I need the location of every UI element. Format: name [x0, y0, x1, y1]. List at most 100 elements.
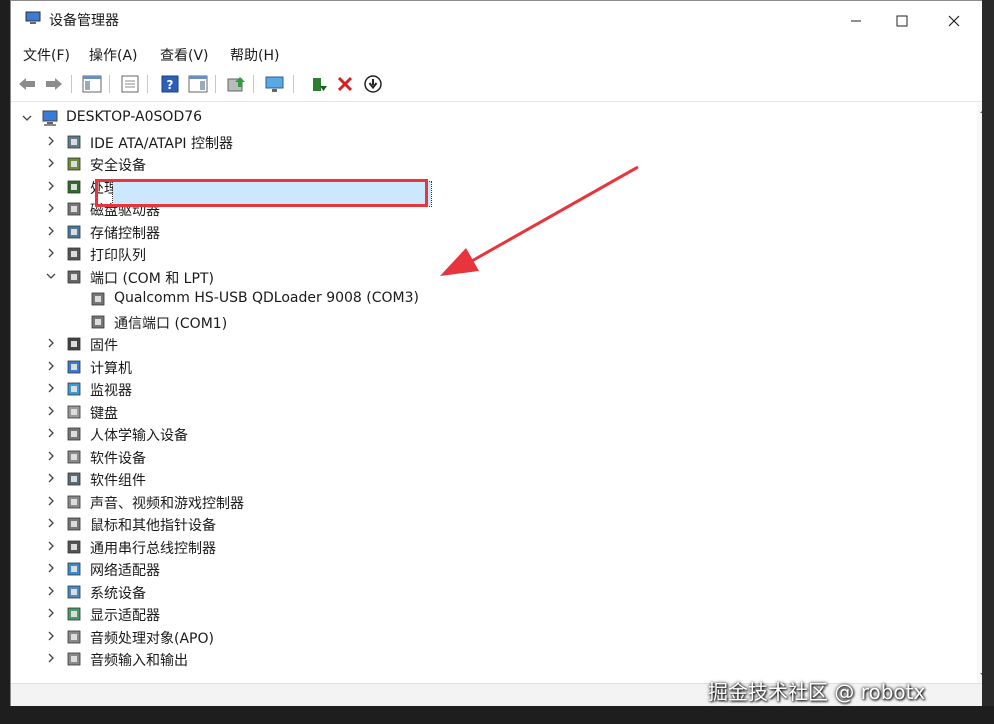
- tree-category-item[interactable]: 人体学输入设备: [90, 425, 188, 445]
- tree-category-item[interactable]: 通用串行总线控制器: [90, 538, 216, 558]
- menu-action[interactable]: 操作(A): [89, 45, 138, 65]
- chevron-right-icon[interactable]: [45, 135, 57, 147]
- tree-category-item[interactable]: 计算机: [90, 358, 132, 378]
- chevron-right-icon[interactable]: [45, 495, 57, 507]
- system-device-icon: [67, 585, 81, 598]
- chevron-right-icon[interactable]: [45, 225, 57, 237]
- tree-category-item[interactable]: 安全设备: [90, 155, 146, 175]
- display-adapter-icon: [67, 607, 81, 621]
- back-arrow-icon: [19, 78, 35, 90]
- tree-category-item[interactable]: 软件设备: [90, 448, 146, 468]
- monitor-icon: [67, 382, 81, 396]
- chevron-right-icon[interactable]: [45, 157, 57, 169]
- storage-controller-icon: [67, 225, 81, 238]
- chevron-right-icon[interactable]: [45, 202, 57, 214]
- chevron-right-icon[interactable]: [45, 517, 57, 529]
- show-hide-console-tree-button[interactable]: [81, 74, 103, 94]
- serial-port-icon: [91, 315, 105, 328]
- chevron-right-icon[interactable]: [45, 405, 57, 417]
- printer-icon: [67, 247, 81, 261]
- tree-port-device-item[interactable]: 通信端口 (COM1): [114, 313, 227, 333]
- root-computer-label[interactable]: DESKTOP-A0SOD76: [66, 109, 202, 125]
- tree-category-item[interactable]: 网络适配器: [90, 560, 160, 580]
- uninstall-x-icon: [337, 76, 353, 92]
- port-icon: [67, 270, 81, 283]
- svg-text:?: ?: [167, 78, 174, 92]
- back-button[interactable]: [16, 74, 38, 94]
- tree-port-device-item[interactable]: Qualcomm HS-USB QDLoader 9008 (COM3): [114, 290, 419, 306]
- tree-category-item[interactable]: 音频输入和输出: [90, 650, 188, 670]
- hid-icon: [67, 427, 81, 441]
- chevron-right-icon[interactable]: [45, 630, 57, 642]
- tree-category-item[interactable]: 音频处理对象(APO): [90, 628, 214, 648]
- maximize-button[interactable]: [879, 5, 925, 37]
- menu-view[interactable]: 查看(V): [160, 45, 209, 65]
- chevron-right-icon[interactable]: [45, 247, 57, 259]
- chevron-right-icon[interactable]: [45, 585, 57, 597]
- tree-category-item[interactable]: 端口 (COM 和 LPT): [90, 268, 214, 288]
- device-manager-icon: [25, 11, 41, 24]
- toolbar: ?: [11, 67, 991, 102]
- forward-button[interactable]: [43, 74, 65, 94]
- annotation-highlight-box: [95, 179, 428, 207]
- close-button[interactable]: [931, 5, 977, 37]
- uninstall-device-button[interactable]: [334, 74, 356, 94]
- chevron-right-icon[interactable]: [45, 562, 57, 574]
- chevron-right-icon[interactable]: [45, 427, 57, 439]
- chevron-down-icon[interactable]: [45, 270, 57, 282]
- tree-category-item[interactable]: 系统设备: [90, 583, 146, 603]
- chevron-right-icon[interactable]: [45, 180, 57, 192]
- watermark-text: 掘金技术社区 @ robotx: [708, 680, 926, 704]
- enable-device-button[interactable]: [307, 74, 329, 94]
- menu-help[interactable]: 帮助(H): [230, 45, 279, 65]
- update-driver-icon: [227, 77, 245, 92]
- computer-root-icon: [42, 110, 58, 126]
- chevron-right-icon[interactable]: [45, 337, 57, 349]
- tree-category-item[interactable]: 鼠标和其他指针设备: [90, 515, 216, 535]
- help-icon: ?: [161, 75, 179, 93]
- chevron-right-icon[interactable]: [45, 607, 57, 619]
- update-driver-button[interactable]: [225, 74, 247, 94]
- chevron-right-icon[interactable]: [45, 472, 57, 484]
- ide-controller-icon: [67, 135, 81, 148]
- tree-category-item[interactable]: 键盘: [90, 403, 118, 423]
- tree-category-item[interactable]: 软件组件: [90, 470, 146, 490]
- action-pane-button[interactable]: [187, 74, 209, 94]
- title-bar: 设备管理器: [11, 1, 991, 41]
- security-device-icon: [67, 157, 81, 171]
- disable-device-icon: [364, 75, 382, 93]
- forward-arrow-icon: [46, 78, 62, 90]
- scan-hardware-button[interactable]: [264, 74, 286, 94]
- properties-icon: [121, 75, 139, 93]
- minimize-icon: [851, 20, 861, 22]
- tree-category-item[interactable]: 打印队列: [90, 245, 146, 265]
- chevron-right-icon[interactable]: [45, 360, 57, 372]
- tree-category-item[interactable]: 声音、视频和游戏控制器: [90, 493, 244, 513]
- tree-category-item[interactable]: 监视器: [90, 380, 132, 400]
- menu-bar: 文件(F) 操作(A) 查看(V) 帮助(H): [11, 41, 991, 67]
- chevron-down-icon[interactable]: [21, 112, 33, 124]
- minimize-button[interactable]: [833, 5, 879, 37]
- console-tree-icon: [82, 75, 102, 93]
- disk-drive-icon: [67, 202, 81, 216]
- scan-hardware-icon: [265, 76, 284, 92]
- chevron-right-icon[interactable]: [45, 540, 57, 552]
- close-icon: [948, 15, 960, 27]
- window-title: 设备管理器: [49, 13, 119, 29]
- menu-file[interactable]: 文件(F): [23, 45, 70, 65]
- computer-icon: [67, 360, 81, 373]
- tree-category-item[interactable]: 显示适配器: [90, 605, 160, 625]
- processor-icon: [67, 180, 81, 193]
- background-bottom-edge: [0, 706, 994, 724]
- chevron-right-icon[interactable]: [45, 652, 57, 664]
- software-device-icon: [67, 450, 81, 463]
- firmware-icon: [67, 337, 81, 351]
- chevron-right-icon[interactable]: [45, 382, 57, 394]
- tree-category-item[interactable]: IDE ATA/ATAPI 控制器: [90, 133, 233, 153]
- chevron-right-icon[interactable]: [45, 450, 57, 462]
- disable-device-button[interactable]: [362, 74, 384, 94]
- tree-category-item[interactable]: 存储控制器: [90, 223, 160, 243]
- help-button[interactable]: ?: [159, 74, 181, 94]
- tree-category-item[interactable]: 固件: [90, 335, 118, 355]
- properties-button[interactable]: [119, 74, 141, 94]
